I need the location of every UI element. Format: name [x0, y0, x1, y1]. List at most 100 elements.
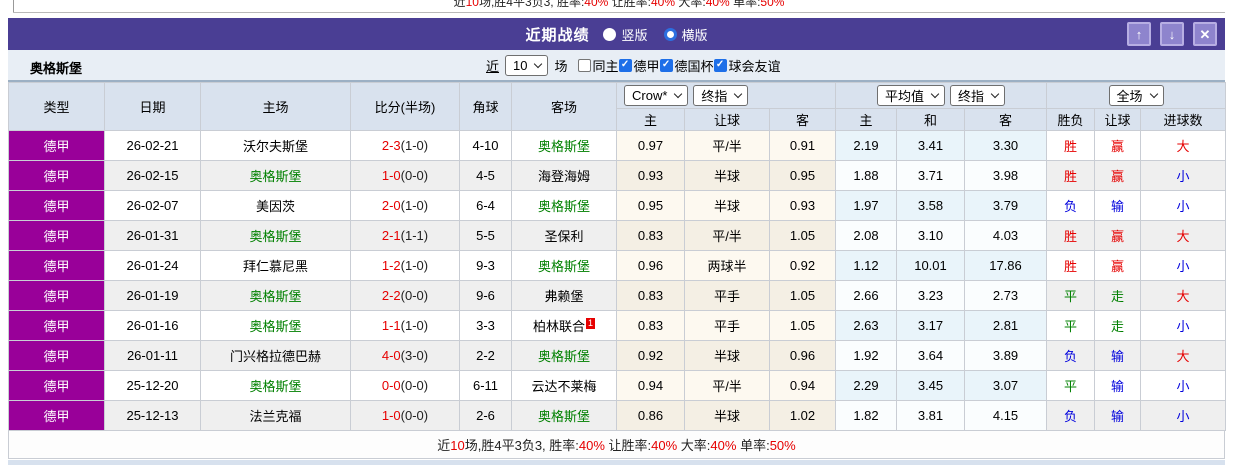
down-arrow-icon: ↓	[1168, 26, 1176, 42]
cell-away-team[interactable]: 奥格斯堡	[511, 130, 617, 161]
cell-corners: 4-10	[459, 130, 512, 161]
cell-eu-draw-odds: 3.23	[896, 280, 965, 311]
cell-away-team[interactable]: 圣保利	[511, 220, 617, 251]
cell-away-team[interactable]: 奥格斯堡	[511, 340, 617, 371]
cell-away-team[interactable]: 奥格斯堡	[511, 250, 617, 281]
chevron-down-icon	[990, 89, 1000, 99]
close-icon: ✕	[1199, 26, 1211, 42]
cell-eu-draw-odds: 3.64	[896, 340, 965, 371]
average-select[interactable]: 平均值	[877, 85, 946, 106]
radio-checked-icon[interactable]	[663, 27, 677, 41]
cell-handicap-result: 赢	[1094, 220, 1142, 251]
cell-ah-home-odds: 0.96	[616, 250, 685, 281]
cell-league: 德甲	[8, 250, 105, 281]
cell-away-team[interactable]: 柏林联合 1	[511, 310, 617, 341]
cell-home-team[interactable]: 奥格斯堡	[200, 160, 351, 191]
clipped-stats-text: 近10场,胜4平3负3, 胜率:40% 让胜率:40% 大率:40% 单率:50…	[453, 0, 785, 9]
checkbox-icon[interactable]	[713, 58, 727, 72]
cell-ah-away-odds: 1.05	[769, 220, 836, 251]
cell-goals-result: 大	[1140, 220, 1227, 251]
col-header-eu-home: 主	[835, 108, 897, 131]
cell-handicap-result: 输	[1094, 400, 1142, 431]
cell-result: 胜	[1046, 250, 1096, 281]
cell-score: 2-2(0-0)	[350, 280, 460, 311]
radio-vertical-label: 竖版	[621, 27, 648, 43]
near-link[interactable]: 近	[486, 56, 499, 75]
cell-result: 负	[1046, 400, 1096, 431]
checkbox-label: 德甲	[633, 58, 660, 74]
cell-away-team[interactable]: 奥格斯堡	[511, 400, 617, 431]
filter-checkbox-bundesliga[interactable]: 德甲	[618, 56, 660, 75]
cell-ah-line: 半球	[684, 340, 770, 371]
cell-home-team[interactable]: 奥格斯堡	[200, 280, 351, 311]
scope-select[interactable]: 全场	[1108, 85, 1164, 106]
cell-away-team[interactable]: 弗赖堡	[511, 280, 617, 311]
table-row: 德甲 26-02-07 美因茨 2-0(1-0) 6-4 奥格斯堡 0.95 半球 0.93 1.…	[8, 190, 1227, 221]
cell-ah-line: 平/半	[684, 130, 770, 161]
cell-date: 25-12-13	[104, 400, 201, 431]
col-header-ah-away: 客	[769, 108, 836, 131]
cell-ah-line: 平/半	[684, 220, 770, 251]
col-header-score: 比分(半场)	[350, 82, 460, 131]
cell-corners: 3-3	[459, 310, 512, 341]
filter-checkbox-same-home[interactable]: 同主	[577, 56, 619, 75]
checkbox-icon[interactable]	[577, 58, 591, 72]
move-up-button[interactable]: ↑	[1127, 22, 1151, 46]
chevron-down-icon	[534, 59, 543, 68]
radio-vertical-mode[interactable]: 竖版	[603, 25, 648, 44]
bookmaker-select[interactable]: Crow*	[624, 85, 689, 106]
match-count-select[interactable]: 10	[505, 54, 549, 76]
close-button[interactable]: ✕	[1193, 22, 1217, 46]
cell-ah-away-odds: 1.05	[769, 280, 836, 311]
cell-home-team[interactable]: 奥格斯堡	[200, 310, 351, 341]
cell-home-team[interactable]: 奥格斯堡	[200, 220, 351, 251]
cell-league: 德甲	[8, 400, 105, 431]
chevron-down-icon	[1149, 89, 1158, 99]
col-header-type: 类型	[8, 82, 105, 131]
cell-eu-draw-odds: 3.81	[896, 400, 965, 431]
cell-eu-home-odds: 2.29	[835, 370, 897, 401]
handicap-select-cell: Crow* 终指	[616, 82, 836, 109]
cell-home-team[interactable]: 门兴格拉德巴赫	[200, 340, 351, 371]
divider-line	[13, 12, 1225, 13]
cell-eu-draw-odds: 3.10	[896, 220, 965, 251]
cell-home-team[interactable]: 奥格斯堡	[200, 370, 351, 401]
move-down-button[interactable]: ↓	[1160, 22, 1184, 46]
table-row: 德甲 26-02-15 奥格斯堡 1-0(0-0) 4-5 海登海姆 0.93 半球 0.95 1…	[8, 160, 1227, 191]
cell-away-team[interactable]: 海登海姆	[511, 160, 617, 191]
cell-ah-away-odds: 0.95	[769, 160, 836, 191]
cell-eu-draw-odds: 3.58	[896, 190, 965, 221]
results-table: 类型 日期 主场 比分(半场) 角球 客场 Crow* 终指 平均值 终指 全场…	[8, 82, 1227, 431]
filter-checkbox-club-friendly[interactable]: 球会友谊	[713, 56, 781, 75]
checkbox-icon[interactable]	[618, 58, 632, 72]
cell-home-team[interactable]: 拜仁慕尼黑	[200, 250, 351, 281]
cell-home-team[interactable]: 美因茨	[200, 190, 351, 221]
select-header-row: 类型 日期 主场 比分(半场) 角球 客场 Crow* 终指 平均值 终指 全场	[8, 82, 1227, 131]
cell-away-team[interactable]: 奥格斯堡	[511, 190, 617, 221]
table-row: 德甲 26-01-11 门兴格拉德巴赫 4-0(3-0) 2-2 奥格斯堡 0.92 半球 0.…	[8, 340, 1227, 371]
radio-unchecked-icon[interactable]	[603, 27, 617, 41]
results-tbody: 德甲 26-02-21 沃尔夫斯堡 2-3(1-0) 4-10 奥格斯堡 0.97 平/半 0.…	[8, 130, 1227, 431]
cell-corners: 2-6	[459, 400, 512, 431]
bookmaker-time-select[interactable]: 终指	[693, 85, 749, 106]
cell-date: 25-12-20	[104, 370, 201, 401]
cell-eu-away-odds: 4.15	[963, 400, 1048, 431]
cell-eu-home-odds: 1.92	[835, 340, 897, 371]
cell-home-team[interactable]: 沃尔夫斯堡	[200, 130, 351, 161]
checkbox-icon[interactable]	[659, 58, 673, 72]
radio-horizontal-mode[interactable]: 横版	[663, 25, 708, 44]
panel-title-bar: 近期战绩 竖版 横版 ↑ ↓ ✕	[8, 18, 1225, 50]
cell-ah-home-odds: 0.97	[616, 130, 685, 161]
cell-handicap-result: 赢	[1094, 250, 1142, 281]
cell-eu-home-odds: 1.97	[835, 190, 897, 221]
cell-away-team[interactable]: 云达不莱梅	[511, 370, 617, 401]
cell-handicap-result: 走	[1094, 310, 1142, 341]
cell-home-team[interactable]: 法兰克福	[200, 400, 351, 431]
filter-checkbox-german-cup[interactable]: 德国杯	[659, 56, 714, 75]
col-header-corners: 角球	[459, 82, 512, 131]
cell-eu-home-odds: 2.08	[835, 220, 897, 251]
scope-select-cell: 全场	[1046, 82, 1227, 109]
cell-handicap-result: 赢	[1094, 160, 1142, 191]
average-time-select[interactable]: 终指	[950, 85, 1006, 106]
cell-corners: 4-5	[459, 160, 512, 191]
